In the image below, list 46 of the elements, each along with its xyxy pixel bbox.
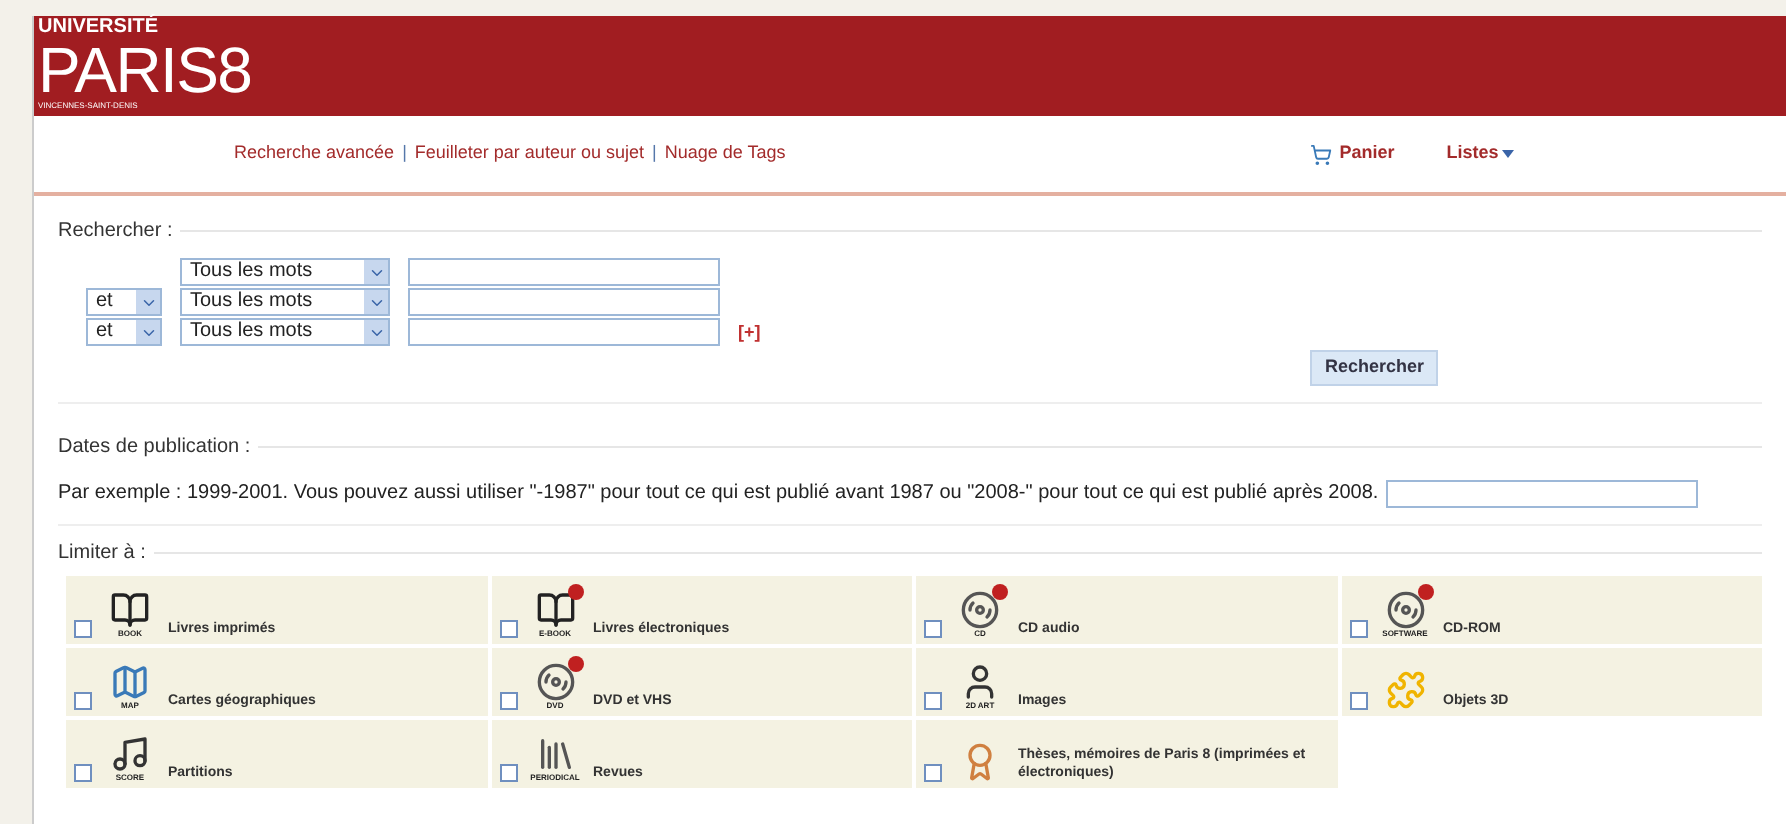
checkbox[interactable] [74, 692, 92, 710]
book-icon [110, 590, 150, 630]
dropdown[interactable]: et [86, 318, 162, 346]
dropdown[interactable]: Tous les mots [180, 288, 390, 316]
checkbox[interactable] [499, 692, 517, 710]
binders-icon [535, 734, 575, 774]
dropdown[interactable]: Tous les mots [180, 318, 390, 346]
dropdown[interactable]: et [86, 288, 162, 316]
disc-icon [960, 590, 1000, 630]
cart-icon [1309, 143, 1332, 165]
search-button[interactable]: Rechercher [1310, 350, 1438, 386]
checkbox[interactable] [924, 692, 942, 710]
search-input[interactable] [408, 288, 720, 316]
logo-top-text: UNIVERSITÉ [38, 18, 159, 38]
link-separator: | [651, 140, 657, 167]
nav-link[interactable]: Nuage de Tags [664, 140, 786, 168]
book-icon [535, 590, 575, 630]
checkbox[interactable] [74, 764, 92, 782]
nav-link[interactable]: Recherche avancée [234, 140, 395, 168]
cart-link[interactable]: Panier [1309, 140, 1395, 168]
nav-link[interactable]: Feuilleter par auteur ou sujet [414, 140, 644, 168]
date-help-text: Par exemple : 1999-2001. Vous pouvez aussi utiliser "-1987" pour tout ce qui est publié avant 1987 ou "2008-" pour tout ce qui est publié après 2008. [58, 480, 1379, 508]
disc-icon [535, 662, 575, 702]
link-separator: | [402, 140, 407, 167]
add-row-button[interactable]: [+] [738, 323, 761, 341]
dropdown[interactable]: Tous les mots [180, 258, 390, 286]
checkbox[interactable] [74, 620, 92, 638]
checkbox[interactable] [1349, 620, 1367, 638]
caret-icon [1502, 150, 1515, 158]
disc-icon [1385, 590, 1425, 630]
checkbox[interactable] [1349, 692, 1367, 710]
checkbox[interactable] [499, 764, 517, 782]
section-legend: Rechercher : [58, 216, 173, 246]
map-icon [110, 662, 150, 702]
checkbox[interactable] [499, 620, 517, 638]
date-input[interactable] [1386, 479, 1699, 507]
checkbox[interactable] [924, 620, 942, 638]
section-legend: Dates de publication : [58, 432, 251, 462]
checkbox[interactable] [924, 764, 942, 782]
logo-text: PARIS8 [38, 38, 252, 102]
lists-menu[interactable]: Listes [1446, 140, 1515, 168]
section-legend: Limiter à : [58, 538, 146, 568]
puzzle-icon [1385, 670, 1425, 710]
sheet-music-icon [110, 734, 150, 774]
search-input[interactable] [408, 258, 720, 286]
search-input[interactable] [408, 318, 720, 346]
